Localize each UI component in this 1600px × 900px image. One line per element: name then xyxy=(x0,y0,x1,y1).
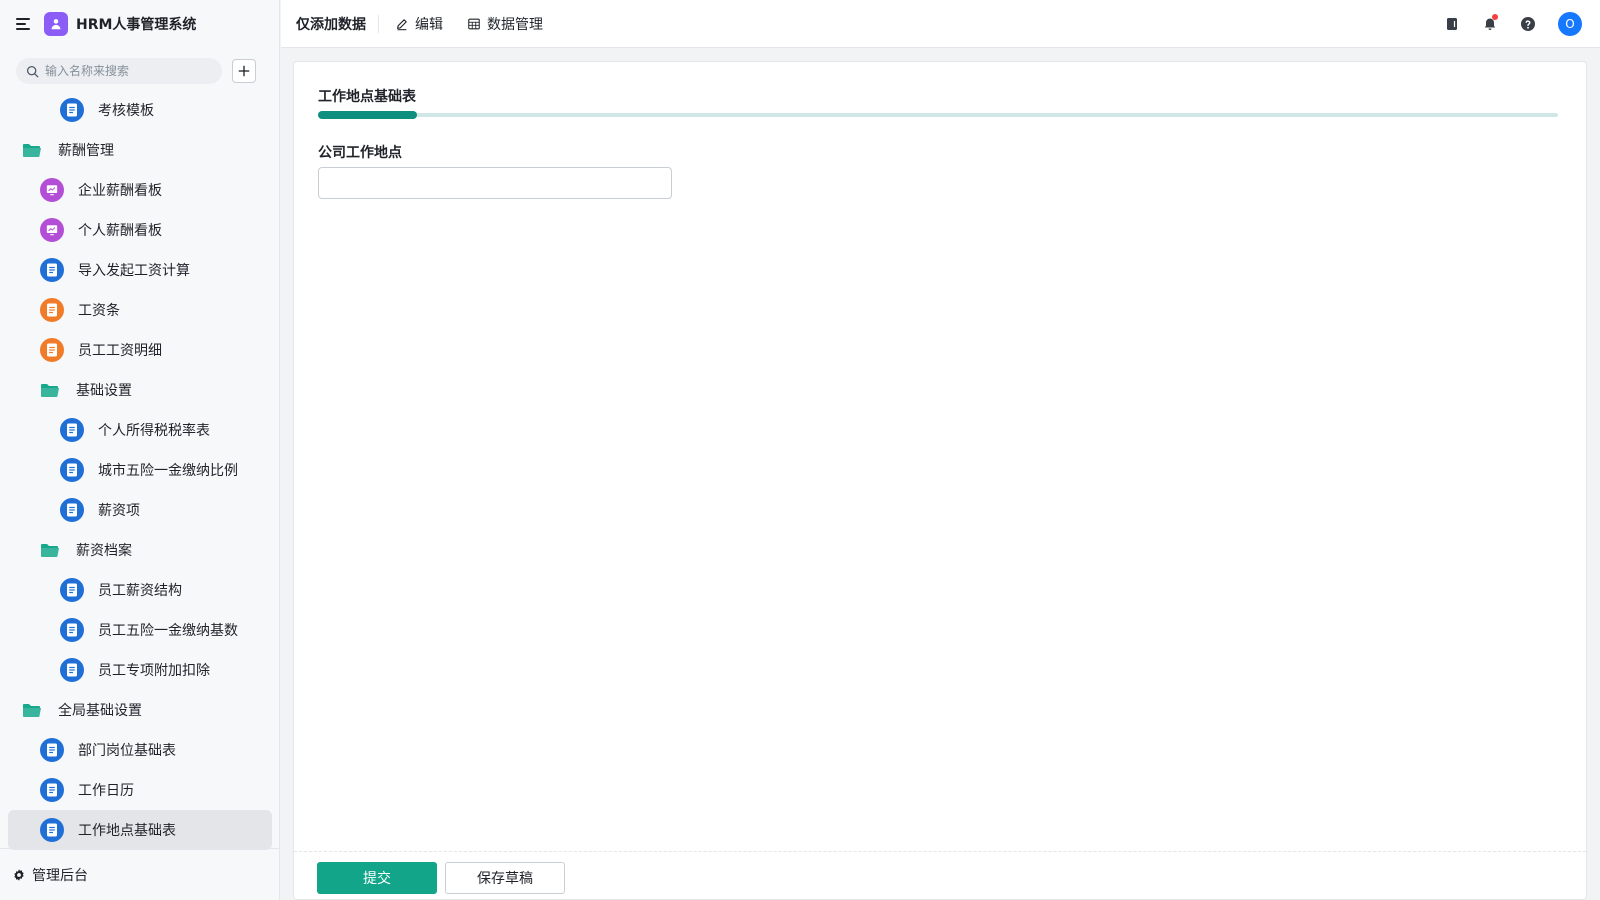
form-doc-icon xyxy=(60,498,84,522)
sidebar-item[interactable]: 员工专项附加扣除 xyxy=(0,650,280,690)
data-manage-button[interactable]: 数据管理 xyxy=(467,14,543,34)
sidebar-item-label: 个人薪酬看板 xyxy=(78,223,162,239)
sidebar-item[interactable]: 部门岗位基础表 xyxy=(0,730,280,770)
sidebar-item[interactable]: 基础设置 xyxy=(0,370,280,410)
dashboard-icon xyxy=(40,218,64,242)
sidebar-item[interactable]: 薪资档案 xyxy=(0,530,280,570)
sidebar-item[interactable]: 工资条 xyxy=(0,290,280,330)
sidebar-item-label: 员工专项附加扣除 xyxy=(98,663,210,679)
notification-button[interactable] xyxy=(1478,12,1502,36)
form-tab-title[interactable]: 工作地点基础表 xyxy=(318,86,416,106)
sidebar-item-label: 部门岗位基础表 xyxy=(78,743,176,759)
sidebar-item[interactable]: 考核模板 xyxy=(0,90,280,130)
sidebar-item[interactable]: 个人薪酬看板 xyxy=(0,210,280,250)
data-manage-label: 数据管理 xyxy=(487,16,543,33)
sidebar-item[interactable]: 薪酬管理 xyxy=(0,130,280,170)
form-progress-fill xyxy=(318,111,418,119)
notebook-button[interactable] xyxy=(1440,12,1464,36)
brand-header: HRM人事管理系统 xyxy=(16,12,196,36)
table-icon xyxy=(468,18,480,29)
admin-console-link[interactable]: 管理后台 xyxy=(0,848,280,900)
form-doc-icon xyxy=(40,738,64,762)
pencil-icon xyxy=(397,18,407,30)
sidebar-item-label: 工作地点基础表 xyxy=(78,823,176,839)
menu-toggle-icon[interactable] xyxy=(16,17,32,31)
view-title: 仅添加数据 xyxy=(296,16,366,33)
sidebar-item-label: 个人所得税税率表 xyxy=(98,423,210,439)
sidebar-item-label: 工资条 xyxy=(78,303,120,319)
sidebar-item[interactable]: 全局基础设置 xyxy=(0,690,280,730)
submit-button[interactable]: 提交 xyxy=(317,862,437,894)
form-doc-icon xyxy=(40,258,64,282)
sidebar-item-label: 员工工资明细 xyxy=(78,343,162,359)
sidebar-item[interactable]: 个人所得税税率表 xyxy=(0,410,280,450)
top-bar: 仅添加数据 编辑 数据管理 O xyxy=(281,0,1600,48)
help-button[interactable] xyxy=(1516,12,1540,36)
sidebar-item-label: 薪资项 xyxy=(98,503,140,519)
admin-console-label: 管理后台 xyxy=(32,867,88,884)
sidebar-item[interactable]: 工作日历 xyxy=(0,770,280,810)
search-input[interactable] xyxy=(45,64,205,78)
form-footer: 提交 保存草稿 xyxy=(294,851,1586,900)
sidebar-item[interactable]: 员工工资明细 xyxy=(0,330,280,370)
sidebar: HRM人事管理系统 考核模板薪酬管理企业薪酬看板个人薪酬看板导入发起工资计算工资… xyxy=(0,0,280,900)
edit-button[interactable]: 编辑 xyxy=(395,14,443,34)
sidebar-item-label: 全局基础设置 xyxy=(58,703,142,719)
form-card: 工作地点基础表 公司工作地点 提交 保存草稿 xyxy=(293,61,1587,900)
form-doc-icon xyxy=(40,818,64,842)
add-item-button[interactable] xyxy=(232,59,256,83)
folder-open-icon xyxy=(40,382,60,398)
help-icon xyxy=(1521,17,1535,31)
search-box[interactable] xyxy=(16,58,222,84)
app-logo-icon xyxy=(44,12,68,36)
form-doc-icon xyxy=(60,418,84,442)
search-icon xyxy=(26,65,39,77)
sidebar-item-label: 员工薪资结构 xyxy=(98,583,182,599)
sidebar-item-label: 员工五险一金缴纳基数 xyxy=(98,623,238,639)
toolbar-divider xyxy=(378,14,379,33)
sidebar-item-label: 城市五险一金缴纳比例 xyxy=(98,463,238,479)
sidebar-item-label: 薪酬管理 xyxy=(58,143,114,159)
dashboard-icon xyxy=(40,178,64,202)
form-doc-icon xyxy=(60,658,84,682)
form-progress-track xyxy=(318,111,1558,119)
company-location-label: 公司工作地点 xyxy=(318,145,402,161)
form-doc-icon xyxy=(60,458,84,482)
sidebar-item[interactable]: 导入发起工资计算 xyxy=(0,250,280,290)
sidebar-item[interactable]: 城市五险一金缴纳比例 xyxy=(0,450,280,490)
sidebar-item-label: 考核模板 xyxy=(98,103,154,119)
folder-open-icon xyxy=(22,702,42,718)
folder-open-icon xyxy=(40,542,60,558)
form-doc-icon xyxy=(60,578,84,602)
form-doc-icon xyxy=(40,338,64,362)
sidebar-item-label: 导入发起工资计算 xyxy=(78,263,190,279)
notebook-icon xyxy=(1447,18,1457,30)
sidebar-nav: 考核模板薪酬管理企业薪酬看板 个人薪酬看板导入发起工资计算 工资条员工工资明细 基础设… xyxy=(0,90,280,850)
sidebar-search-row xyxy=(16,58,256,84)
form-doc-icon xyxy=(40,778,64,802)
sidebar-item-label: 薪资档案 xyxy=(76,543,132,559)
edit-label: 编辑 xyxy=(415,16,443,33)
sidebar-item-label: 基础设置 xyxy=(76,383,132,399)
sidebar-item-label: 企业薪酬看板 xyxy=(78,183,162,199)
sidebar-item[interactable]: 薪资项 xyxy=(0,490,280,530)
top-right-actions: O xyxy=(1426,12,1582,36)
plus-icon xyxy=(238,65,250,77)
sidebar-item[interactable]: 员工五险一金缴纳基数 xyxy=(0,610,280,650)
sidebar-item-label: 工作日历 xyxy=(78,783,134,799)
notification-dot xyxy=(1492,14,1498,20)
sidebar-item[interactable]: 企业薪酬看板 xyxy=(0,170,280,210)
sidebar-item[interactable]: 员工薪资结构 xyxy=(0,570,280,610)
user-avatar[interactable]: O xyxy=(1558,12,1582,36)
form-doc-icon xyxy=(60,618,84,642)
app-title: HRM人事管理系统 xyxy=(76,17,197,33)
form-doc-icon xyxy=(40,298,64,322)
save-draft-button[interactable]: 保存草稿 xyxy=(445,862,565,894)
sidebar-item[interactable]: 工作地点基础表 xyxy=(8,810,272,850)
form-doc-icon xyxy=(60,98,84,122)
folder-open-icon xyxy=(22,142,42,158)
gear-icon xyxy=(14,868,24,881)
company-location-input[interactable] xyxy=(318,167,672,199)
